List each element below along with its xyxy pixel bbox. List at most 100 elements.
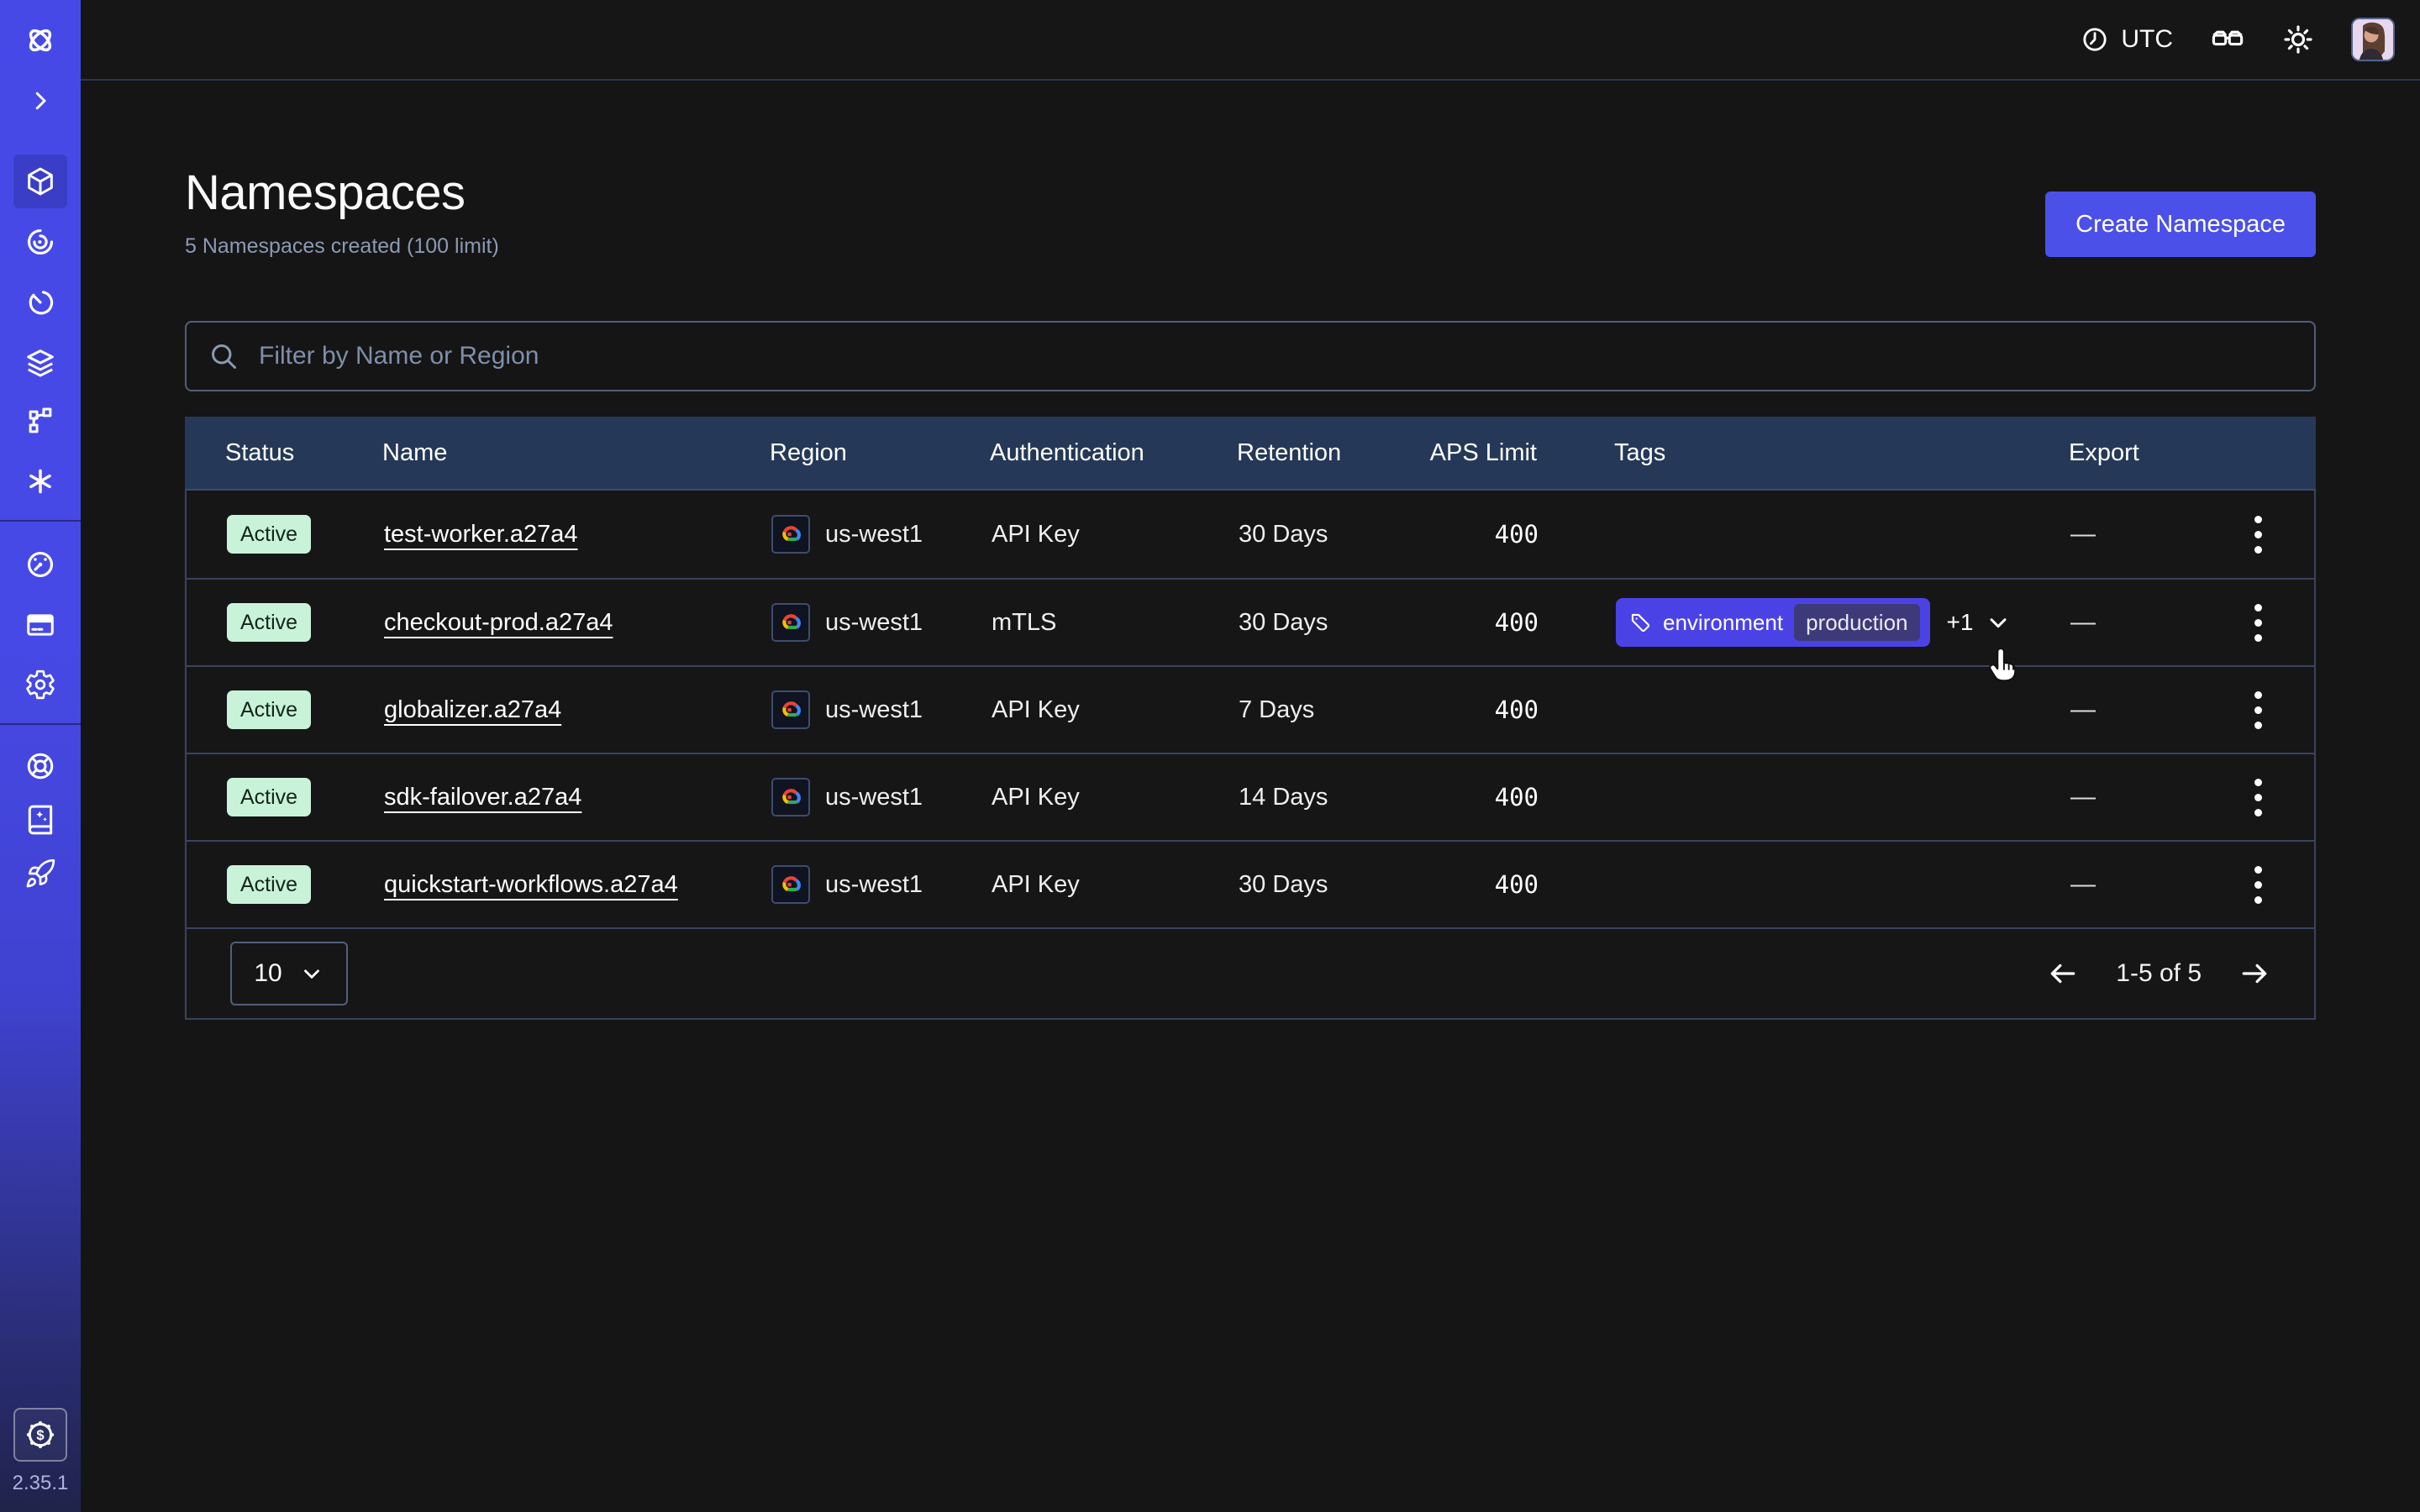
export-value: — xyxy=(2070,696,2096,724)
gcp-icon xyxy=(771,778,810,816)
sidebar-item-workflows[interactable] xyxy=(13,395,67,449)
region-label: us-west1 xyxy=(825,609,923,637)
gcp-icon xyxy=(771,603,810,642)
table-body: Active test-worker.a27a4 u xyxy=(185,491,2316,927)
gcp-icon xyxy=(771,690,810,729)
table-row: Active test-worker.a27a4 u xyxy=(187,491,2314,578)
sidebar-item-settings[interactable] xyxy=(13,658,67,711)
row-menu-button[interactable] xyxy=(2248,685,2269,736)
svg-text:$: $ xyxy=(36,1427,45,1443)
accessibility-button[interactable] xyxy=(2210,22,2245,57)
tag-key: environment xyxy=(1663,610,1783,636)
status-badge: Active xyxy=(227,603,311,642)
namespaces-table: Status Name Region Authentication Retent… xyxy=(185,417,2316,1020)
sidebar-item-support[interactable] xyxy=(13,739,67,793)
col-region: Region xyxy=(770,439,990,467)
gear-icon xyxy=(24,669,56,701)
sidebar-divider xyxy=(0,723,81,725)
main-content: Namespaces 5 Namespaces created (100 lim… xyxy=(81,81,2420,1512)
page-size-select[interactable]: 10 xyxy=(230,942,348,1005)
auth-value: API Key xyxy=(992,784,1239,811)
retention-value: 30 Days xyxy=(1239,609,1425,637)
status-badge: Active xyxy=(227,865,311,904)
aps-value: 400 xyxy=(1425,783,1539,811)
app-version: 2.35.1 xyxy=(0,1472,81,1495)
timezone-selector[interactable]: UTC xyxy=(2081,25,2173,54)
sidebar-item-pricing[interactable]: $ xyxy=(13,1408,67,1462)
dollar-badge-icon: $ xyxy=(24,1418,57,1452)
chevron-down-icon[interactable] xyxy=(1985,609,2012,636)
tag-chip[interactable]: environment production xyxy=(1616,598,1930,647)
sidebar-item-getting-started[interactable] xyxy=(13,847,67,900)
spiral-eye-icon xyxy=(24,226,56,258)
pagination: 1-5 of 5 xyxy=(2047,958,2270,990)
row-menu-button[interactable] xyxy=(2248,597,2269,648)
app-root: $ 2.35.1 UTC xyxy=(0,0,2420,1512)
table-header: Status Name Region Authentication Retent… xyxy=(185,417,2316,491)
auth-value: API Key xyxy=(992,871,1239,899)
sidebar-item-billing[interactable] xyxy=(13,598,67,652)
namespace-link[interactable]: sdk-failover.a27a4 xyxy=(384,784,581,811)
aps-value: 400 xyxy=(1425,696,1539,724)
sidebar-item-insights[interactable] xyxy=(13,215,67,269)
chevron-down-icon xyxy=(299,961,324,986)
page-head: Namespaces 5 Namespaces created (100 lim… xyxy=(185,165,499,259)
region-label: us-west1 xyxy=(825,871,923,899)
tag-more-count[interactable]: +1 xyxy=(1947,609,1974,636)
namespace-link[interactable]: quickstart-workflows.a27a4 xyxy=(384,871,678,899)
prev-page-button[interactable] xyxy=(2047,958,2079,990)
export-value: — xyxy=(2070,608,2096,637)
filter-input[interactable] xyxy=(185,321,2316,391)
retention-value: 14 Days xyxy=(1239,784,1425,811)
page-range-label: 1-5 of 5 xyxy=(2116,959,2202,988)
retention-value: 30 Days xyxy=(1239,871,1425,899)
temporal-logo[interactable] xyxy=(13,13,67,67)
topbar: UTC xyxy=(81,0,2420,81)
sidebar: $ 2.35.1 xyxy=(0,0,81,1512)
status-badge: Active xyxy=(227,690,311,729)
sidebar-expand-button[interactable] xyxy=(13,81,67,121)
glasses-icon xyxy=(2210,22,2245,57)
sidebar-item-usage[interactable] xyxy=(13,538,67,591)
aps-value: 400 xyxy=(1425,870,1539,899)
sidebar-item-namespaces[interactable] xyxy=(13,155,67,208)
tag-icon xyxy=(1629,612,1652,634)
tag-value: production xyxy=(1794,604,1919,641)
sidebar-item-schedules[interactable] xyxy=(13,276,67,329)
sidebar-item-docs[interactable] xyxy=(13,793,67,847)
next-page-button[interactable] xyxy=(2238,958,2270,990)
avatar[interactable] xyxy=(2351,18,2395,61)
table-footer: 10 1-5 of 5 xyxy=(185,927,2316,1020)
sidebar-item-nexus[interactable] xyxy=(13,454,67,508)
table-row: Active quickstart-workflows.a27a4 xyxy=(187,840,2314,927)
create-namespace-button[interactable]: Create Namespace xyxy=(2045,192,2316,257)
region-label: us-west1 xyxy=(825,784,923,811)
page-title: Namespaces xyxy=(185,165,499,221)
layers-icon xyxy=(24,347,56,379)
branch-icon xyxy=(24,406,56,438)
theme-toggle-button[interactable] xyxy=(2282,24,2314,55)
row-menu-button[interactable] xyxy=(2248,772,2269,823)
retention-value: 30 Days xyxy=(1239,521,1425,549)
card-icon xyxy=(24,609,56,641)
table-row: Active globalizer.a27a4 us xyxy=(187,665,2314,753)
asterisk-icon xyxy=(24,465,56,497)
col-status: Status xyxy=(225,439,382,467)
timezone-label: UTC xyxy=(2121,25,2173,54)
clock-icon xyxy=(2081,25,2109,54)
export-value: — xyxy=(2070,783,2096,811)
timer-icon xyxy=(24,286,56,318)
lifebuoy-icon xyxy=(24,750,56,782)
gauge-icon xyxy=(24,549,56,580)
namespace-link[interactable]: test-worker.a27a4 xyxy=(384,521,578,549)
retention-value: 7 Days xyxy=(1239,696,1425,724)
row-menu-button[interactable] xyxy=(2248,859,2269,911)
export-value: — xyxy=(2070,520,2096,549)
cube-icon xyxy=(24,165,57,198)
row-menu-button[interactable] xyxy=(2248,509,2269,560)
namespace-link[interactable]: globalizer.a27a4 xyxy=(384,696,561,724)
namespace-link[interactable]: checkout-prod.a27a4 xyxy=(384,609,613,637)
page-subtitle: 5 Namespaces created (100 limit) xyxy=(185,234,499,259)
book-sparkles-icon xyxy=(24,804,56,836)
sidebar-item-deployments[interactable] xyxy=(13,336,67,390)
